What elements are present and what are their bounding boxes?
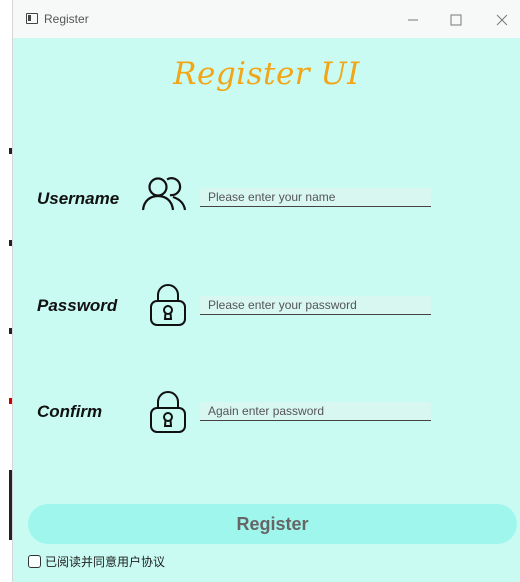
background-window-edge [0,0,13,582]
minimize-icon [408,19,418,21]
users-icon [141,174,187,216]
lock-icon [148,390,188,438]
title-bar[interactable]: Register [13,0,520,38]
agreement-checkbox[interactable] [28,554,41,568]
agreement-row[interactable]: 已阅读并同意用户协议 [28,552,165,570]
username-label: Username [37,189,120,208]
confirm-label: Confirm [37,402,103,421]
password-input[interactable] [200,296,431,315]
app-icon [26,13,38,24]
page-heading: Register UI [173,56,360,92]
lock-icon [148,283,188,331]
register-button[interactable]: Register [28,504,517,544]
window-title: Register [44,12,89,26]
agreement-label[interactable]: 已阅读并同意用户协议 [45,553,165,570]
password-label: Password [37,296,118,315]
username-input[interactable] [200,188,431,207]
minimize-button[interactable] [398,8,428,32]
close-icon [496,14,508,26]
maximize-icon [450,14,462,26]
register-window: Register Register UI Username Password [12,0,520,582]
close-button[interactable] [487,8,517,32]
maximize-button[interactable] [441,8,471,32]
confirm-password-input[interactable] [200,402,431,421]
